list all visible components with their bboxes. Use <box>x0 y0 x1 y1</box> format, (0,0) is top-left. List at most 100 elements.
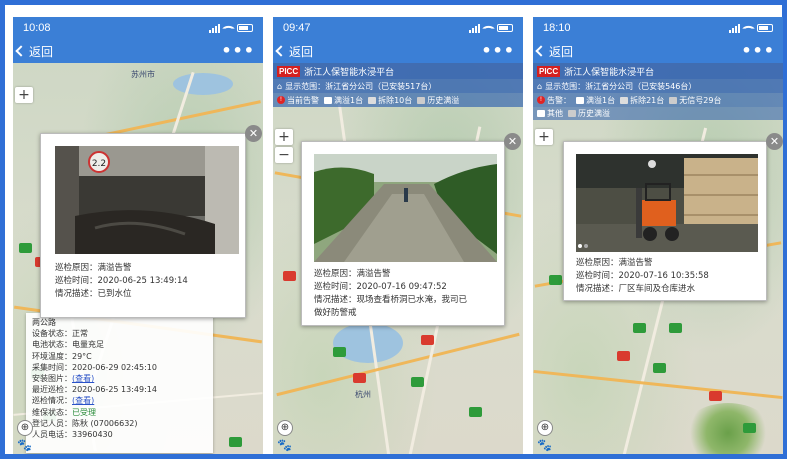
close-popup-button[interactable]: ✕ <box>766 133 783 150</box>
more-menu-button[interactable]: ••• <box>221 43 255 59</box>
status-bar: 18:10 <box>533 17 783 39</box>
legend-overflow[interactable]: 满溢1台 <box>576 95 615 106</box>
collect-time-value: 2020-06-29 02:45:10 <box>72 362 157 372</box>
legend-removed[interactable]: 拆除10台 <box>368 95 412 106</box>
device-marker[interactable] <box>229 437 242 447</box>
close-popup-button[interactable]: ✕ <box>504 133 521 150</box>
locate-button[interactable]: ⊕ <box>17 420 33 436</box>
alarm-marker[interactable] <box>421 335 434 345</box>
inspection-time: 2020-06-25 13:49:14 <box>97 276 188 286</box>
legend-filter-bar: ! 当前告警 满溢1台 拆除10台 历史满溢 <box>273 93 523 107</box>
zoom-in-button[interactable]: + <box>275 129 293 145</box>
paw-logo-icon: 🐾 <box>17 438 32 452</box>
phone-screen-3: 18:10 返回 ••• PICC 浙江人保智能水浸平台 ⌂ 显示范围：浙江省分… <box>533 17 783 454</box>
chevron-left-icon <box>535 45 547 57</box>
close-popup-button[interactable]: ✕ <box>245 125 262 142</box>
alarm-marker[interactable] <box>353 373 366 383</box>
legend-history-overflow[interactable]: 历史满溢 <box>568 108 610 119</box>
signal-icon <box>729 23 740 33</box>
phone-screen-2: 09:47 返回 ••• PICC 浙江人保智能水浸平台 ⌂ 显示范围：浙江省分… <box>273 17 523 454</box>
legend-alarm[interactable]: ! 告警： <box>537 95 571 106</box>
paw-logo-icon: 🐾 <box>277 438 292 452</box>
locate-button[interactable]: ⊕ <box>277 420 293 436</box>
device-marker[interactable] <box>549 275 562 285</box>
status-bar: 10:08 <box>13 17 263 39</box>
map-city-label: 杭州 <box>355 390 371 399</box>
legend-no-signal[interactable]: 无信号29台 <box>669 95 721 106</box>
legend-current-alarm[interactable]: ! 当前告警 <box>277 95 319 106</box>
device-marker[interactable] <box>411 377 424 387</box>
device-marker[interactable] <box>633 323 646 333</box>
map-city-label: 苏州市 <box>131 70 155 79</box>
inspection-photo <box>576 154 758 252</box>
device-marker[interactable] <box>743 423 756 433</box>
device-marker[interactable] <box>469 407 482 417</box>
display-range: ⌂ 显示范围：浙江省分公司（已安装517台） <box>273 79 523 93</box>
registrant-value: 陈秋 (07006632) <box>72 418 138 428</box>
battery-status-value: 电量充足 <box>72 340 104 350</box>
inspection-reason: 满溢告警 <box>618 258 653 268</box>
phone-screen-1: 10:08 返回 ••• 苏州市 + 两公路 设备状态：正常 电池状态：电量充足… <box>13 17 263 454</box>
legend-filter-bar-2: 其他 历史满溢 <box>533 107 783 120</box>
status-time: 10:08 <box>23 22 51 34</box>
zoom-in-button[interactable]: + <box>535 129 553 145</box>
picc-logo: PICC <box>277 65 301 77</box>
alarm-marker[interactable] <box>709 391 722 401</box>
signal-icon <box>209 23 220 33</box>
back-button[interactable]: 返回 <box>535 43 574 60</box>
back-label: 返回 <box>549 44 574 59</box>
situation-description-cont: 做好防警戒 <box>314 308 357 318</box>
nav-bar: 返回 ••• <box>273 39 523 63</box>
situation-description: 已到水位 <box>97 289 132 299</box>
back-button[interactable]: 返回 <box>15 43 53 60</box>
inspection-reason: 满溢告警 <box>97 263 132 273</box>
locate-button[interactable]: ⊕ <box>537 420 553 436</box>
chevron-left-icon <box>275 45 287 57</box>
view-install-photo-link[interactable]: (查看) <box>72 374 94 383</box>
zoom-in-button[interactable]: + <box>15 87 33 103</box>
legend-history-overflow[interactable]: 历史满溢 <box>417 95 459 106</box>
more-menu-button[interactable]: ••• <box>741 43 775 59</box>
battery-icon <box>237 24 253 32</box>
device-marker[interactable] <box>19 243 32 253</box>
device-marker[interactable] <box>669 323 682 333</box>
warehouse-flood-photo <box>576 154 758 252</box>
temperature-value: 29°C <box>72 351 92 361</box>
zoom-out-button[interactable]: − <box>275 147 293 163</box>
view-inspection-link[interactable]: (查看) <box>72 396 94 405</box>
nav-bar: 返回 ••• <box>533 39 783 63</box>
home-icon: ⌂ <box>277 81 283 91</box>
situation-description: 厂区车间及仓库进水 <box>618 284 696 294</box>
legend-filter-bar: ! 告警： 满溢1台 拆除21台 无信号29台 <box>533 93 783 107</box>
checkbox-icon <box>417 96 426 104</box>
paw-logo-icon: 🐾 <box>537 438 552 452</box>
device-info-card: 两公路 设备状态：正常 电池状态：电量充足 环境温度：29°C 采集时间：202… <box>26 313 213 453</box>
alarm-marker[interactable] <box>283 271 296 281</box>
last-inspection-value: 2020-06-25 13:49:14 <box>72 385 157 395</box>
info-road: 两公路 <box>32 318 56 327</box>
more-menu-button[interactable]: ••• <box>481 43 515 59</box>
battery-icon <box>757 24 773 32</box>
legend-other[interactable]: 其他 <box>537 108 563 119</box>
device-marker[interactable] <box>653 363 666 373</box>
device-marker[interactable] <box>333 347 346 357</box>
app-header: PICC 浙江人保智能水浸平台 <box>533 63 783 79</box>
alert-icon: ! <box>277 96 285 104</box>
checkbox-icon <box>368 96 377 104</box>
battery-icon <box>497 24 513 32</box>
wifi-icon <box>482 21 495 35</box>
nav-bar: 返回 ••• <box>13 39 263 63</box>
legend-overflow[interactable]: 满溢1台 <box>324 95 363 106</box>
device-status-value: 正常 <box>72 329 88 339</box>
picc-logo: PICC <box>537 65 561 77</box>
inspection-popup: 2.2 巡检原因：满溢告警 巡检时间：2020-06-25 13:49:14 情… <box>40 133 246 318</box>
back-button[interactable]: 返回 <box>275 43 313 60</box>
inspection-photo <box>314 154 497 262</box>
legend-removed[interactable]: 拆除21台 <box>620 95 664 106</box>
home-icon: ⌂ <box>537 81 543 91</box>
display-range-text: 显示范围：浙江省分公司（已安装546台） <box>545 81 697 91</box>
display-range-text: 显示范围：浙江省分公司（已安装517台） <box>285 81 437 91</box>
alarm-marker[interactable] <box>617 351 630 361</box>
wifi-icon <box>742 21 755 35</box>
status-time: 18:10 <box>543 22 571 34</box>
